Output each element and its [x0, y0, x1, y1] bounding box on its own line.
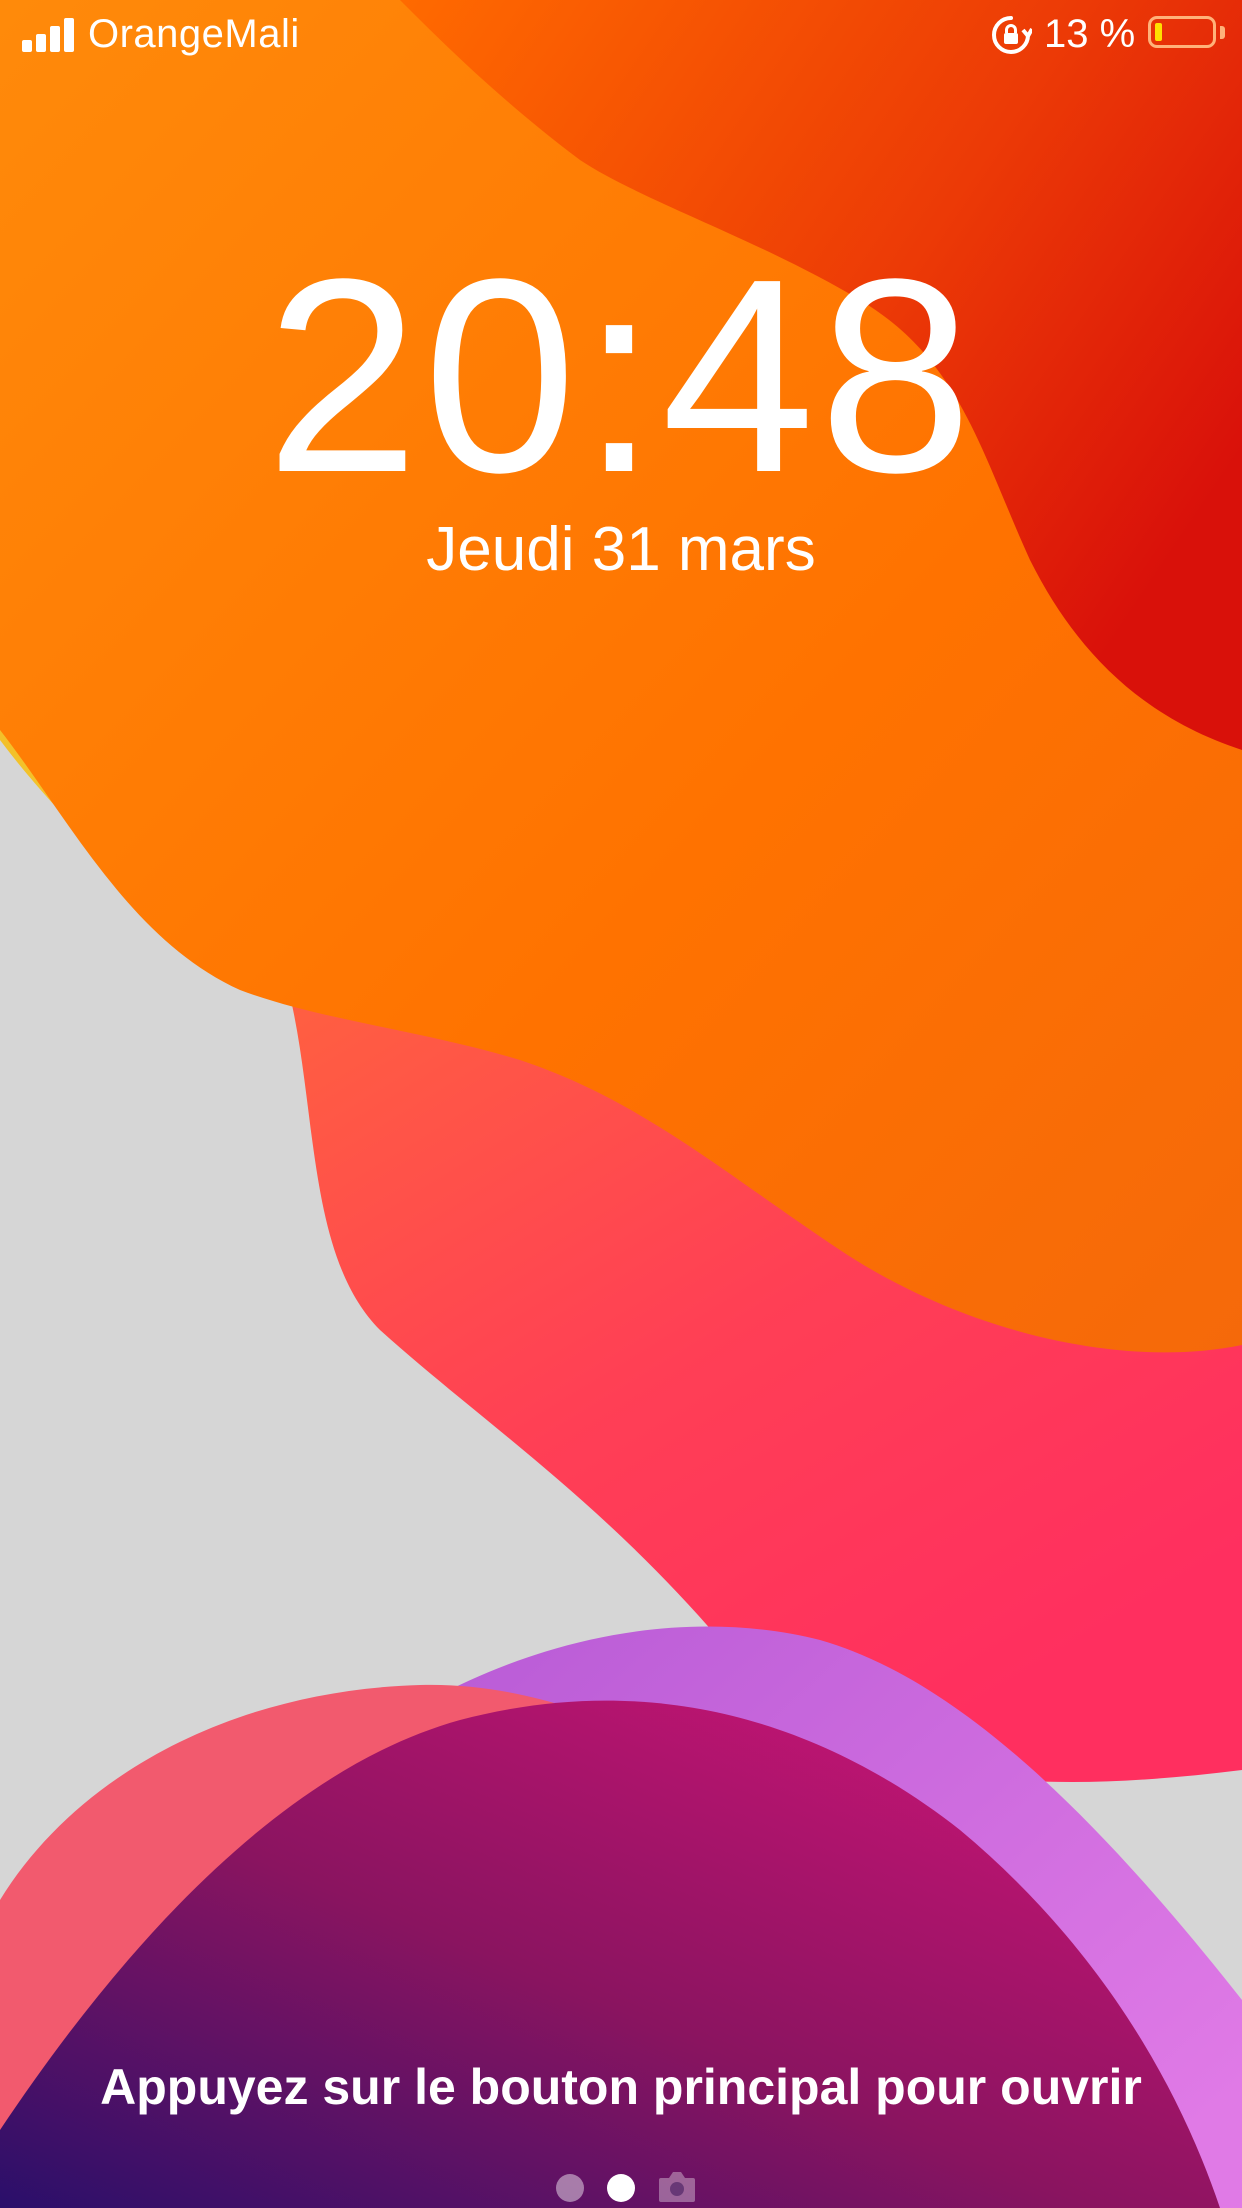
battery-percent: 13 % [1044, 12, 1136, 56]
page-indicator[interactable] [0, 2160, 1242, 2208]
battery-level-fill [1155, 23, 1162, 41]
page-dot-2-current[interactable] [607, 2174, 635, 2202]
page-dot-1[interactable] [556, 2174, 584, 2202]
battery-tip [1220, 26, 1225, 39]
carrier-name: OrangeMali [88, 12, 300, 56]
lock-screen-time: 20:48 [265, 222, 977, 530]
lock-screen-date: Jeudi 31 mars [426, 515, 816, 584]
unlock-hint: Appuyez sur le bouton principal pour ouv… [100, 2059, 1142, 2115]
orientation-lock-icon [992, 16, 1032, 54]
status-bar: OrangeMali 13 % [0, 0, 1242, 72]
signal-icon [22, 18, 78, 52]
battery-icon [1148, 16, 1216, 48]
camera-icon[interactable] [657, 2168, 697, 2204]
